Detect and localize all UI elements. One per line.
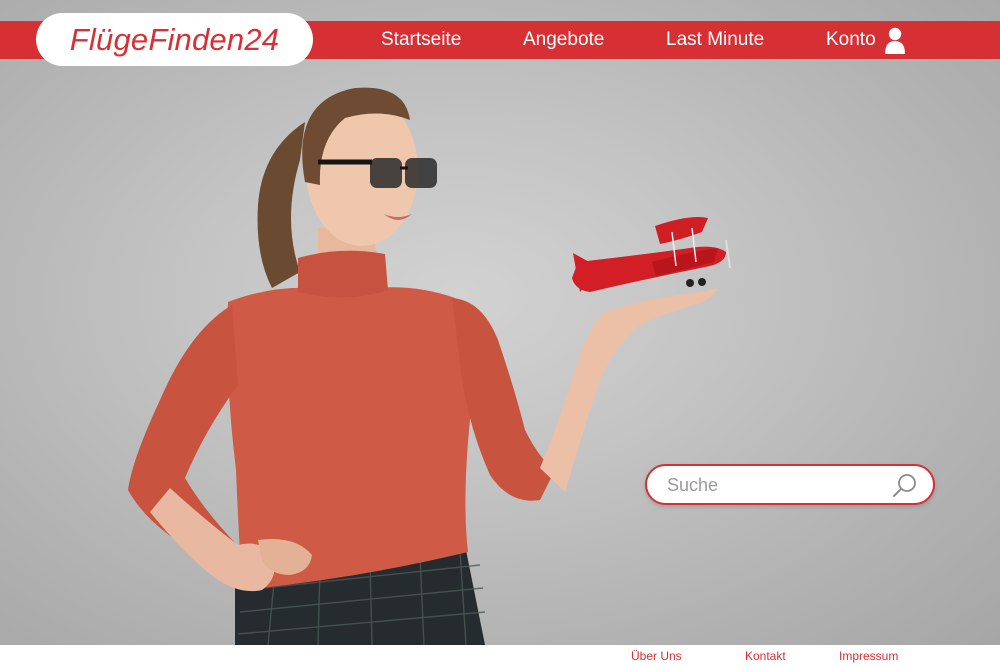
- hero-image: [128, 87, 731, 645]
- nav-item-angebote[interactable]: Angebote: [523, 21, 604, 59]
- footer: Über Uns Kontakt Impressum: [0, 645, 1000, 667]
- brand-logo-text: FlügeFinden24: [69, 21, 280, 57]
- footer-link-impressum[interactable]: Impressum: [839, 649, 898, 663]
- nav-item-last-minute[interactable]: Last Minute: [666, 21, 764, 59]
- hero-section: [0, 0, 1000, 645]
- nav-item-konto[interactable]: Konto: [826, 21, 876, 59]
- footer-link-kontakt[interactable]: Kontakt: [745, 649, 786, 663]
- search-icon[interactable]: [892, 473, 918, 499]
- footer-link-ueber-uns[interactable]: Über Uns: [631, 649, 682, 663]
- search-bar: [645, 464, 935, 505]
- search-input[interactable]: [667, 473, 887, 497]
- nav-item-startseite[interactable]: Startseite: [381, 21, 461, 59]
- toy-airplane: [572, 217, 731, 292]
- brand-logo[interactable]: FlügeFinden24: [36, 13, 313, 66]
- user-icon[interactable]: [884, 27, 906, 54]
